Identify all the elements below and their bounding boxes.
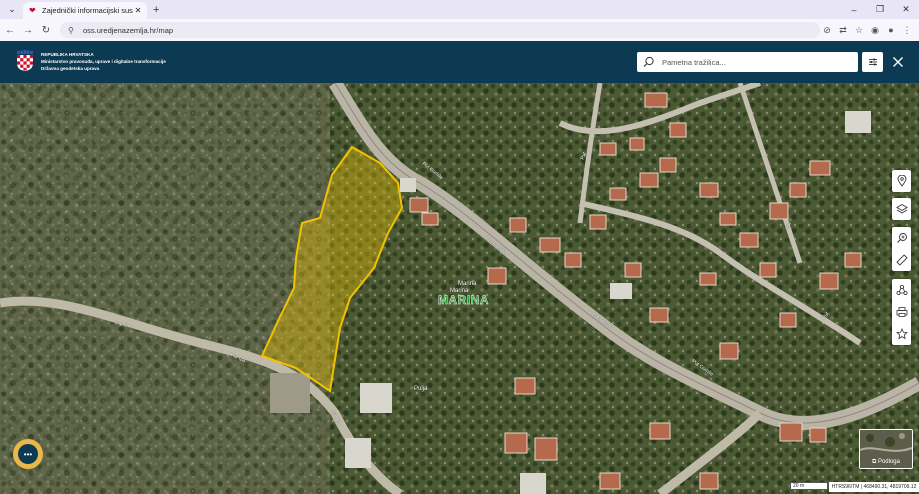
url-field[interactable]: ⚲ oss.uredjenazemlja.hr/map bbox=[60, 22, 820, 38]
site-settings-icon[interactable]: ⚲ bbox=[68, 26, 78, 35]
basemap-label: ⧉ Podloga bbox=[860, 459, 912, 466]
browser-menu-icon[interactable]: ⋮ bbox=[899, 25, 915, 36]
reload-icon[interactable]: ↻ bbox=[38, 25, 54, 36]
share-tool-group bbox=[892, 279, 911, 345]
measure-tool-group bbox=[892, 227, 911, 271]
printer-icon bbox=[896, 307, 907, 317]
basemap-label-text: Podloga bbox=[877, 459, 900, 465]
browser-extensions: ⊘ ⇄ ☆ ◉ ● ⋮ bbox=[819, 19, 915, 41]
place-label-pulja: Pulja bbox=[414, 386, 428, 392]
print-button[interactable] bbox=[892, 301, 911, 323]
layers-button[interactable] bbox=[892, 198, 911, 220]
star-icon bbox=[895, 328, 908, 340]
org-line-2: Ministarstvo pravosuđa, uprave i digital… bbox=[41, 59, 166, 64]
org-line-3: Državna geodetska uprava bbox=[41, 66, 100, 71]
back-arrow-icon[interactable]: ← bbox=[2, 25, 18, 36]
new-tab-plus-icon[interactable]: + bbox=[153, 4, 159, 16]
basemap-switcher[interactable]: ⧉ Podloga bbox=[859, 429, 913, 469]
minimize-icon[interactable]: – bbox=[841, 5, 867, 15]
ruler-icon bbox=[895, 254, 908, 266]
place-label-marina: MARINA bbox=[438, 293, 489, 307]
app-header: REPUBLIKA HRVATSKA Ministarstvo pravosuđ… bbox=[0, 41, 919, 83]
tab-title: Zajednički informacijski sustav bbox=[42, 6, 133, 15]
address-bar-row: ← → ↻ ⚲ oss.uredjenazemlja.hr/map bbox=[0, 19, 919, 41]
measure-button[interactable] bbox=[892, 249, 911, 271]
place-label-small: Marina bbox=[458, 281, 477, 287]
layers-tool-group bbox=[892, 198, 911, 220]
location-button[interactable] bbox=[892, 170, 911, 192]
search-icon bbox=[643, 56, 654, 67]
coordinates-readout: HTRS96/TM | 468490.31, 4819709.12 bbox=[829, 482, 919, 492]
url-text: oss.uredjenazemlja.hr/map bbox=[83, 25, 174, 35]
map-canvas[interactable]: Put Gomile Put Gomile Put Gomile Put Iza… bbox=[0, 83, 919, 494]
zoom-in-icon bbox=[896, 233, 907, 243]
camera-off-icon[interactable]: ⊘ bbox=[819, 25, 835, 36]
site-favicon-icon: ❤ bbox=[29, 6, 36, 15]
tab-close-icon[interactable]: ✕ bbox=[133, 6, 143, 15]
translate-icon[interactable]: ⇄ bbox=[835, 25, 851, 36]
smart-search-input[interactable] bbox=[660, 56, 854, 68]
share-button[interactable] bbox=[892, 279, 911, 301]
extension-icon[interactable]: ◉ bbox=[867, 25, 883, 36]
bookmark-star-icon[interactable]: ☆ bbox=[851, 25, 867, 36]
chat-bubble-icon: ••• bbox=[18, 444, 38, 464]
layers-icon bbox=[895, 203, 908, 214]
close-icon bbox=[893, 57, 903, 67]
smart-search-box[interactable] bbox=[637, 52, 858, 72]
forward-arrow-icon[interactable]: → bbox=[20, 25, 36, 36]
browser-tab-bar: ⌄ ❤ Zajednički informacijski sustav ✕ + bbox=[0, 0, 919, 19]
organization-name: REPUBLIKA HRVATSKA Ministarstvo pravosuđ… bbox=[41, 51, 166, 72]
croatian-coat-of-arms-icon bbox=[17, 50, 33, 71]
window-controls: – ❐ ✕ bbox=[841, 0, 919, 19]
favorite-button[interactable] bbox=[892, 323, 911, 345]
sliders-icon bbox=[868, 58, 877, 66]
map-pin-icon bbox=[897, 175, 906, 187]
org-line-1: REPUBLIKA HRVATSKA bbox=[41, 52, 94, 57]
location-tool-group bbox=[892, 170, 911, 192]
zoom-search-button[interactable] bbox=[892, 227, 911, 249]
scale-bar: 20 m bbox=[790, 482, 828, 490]
restore-icon[interactable]: ❐ bbox=[867, 4, 893, 15]
browser-tab[interactable]: ❤ Zajednički informacijski sustav ✕ bbox=[23, 2, 147, 19]
share-icon bbox=[895, 284, 908, 296]
window-close-icon[interactable]: ✕ bbox=[893, 4, 919, 15]
close-panel-button[interactable] bbox=[888, 52, 908, 72]
tab-list-chevron-icon[interactable]: ⌄ bbox=[5, 3, 19, 17]
filter-settings-button[interactable] bbox=[862, 52, 883, 72]
profile-avatar-icon[interactable]: ● bbox=[883, 25, 899, 35]
chat-assistant-button[interactable]: ••• bbox=[13, 439, 43, 469]
